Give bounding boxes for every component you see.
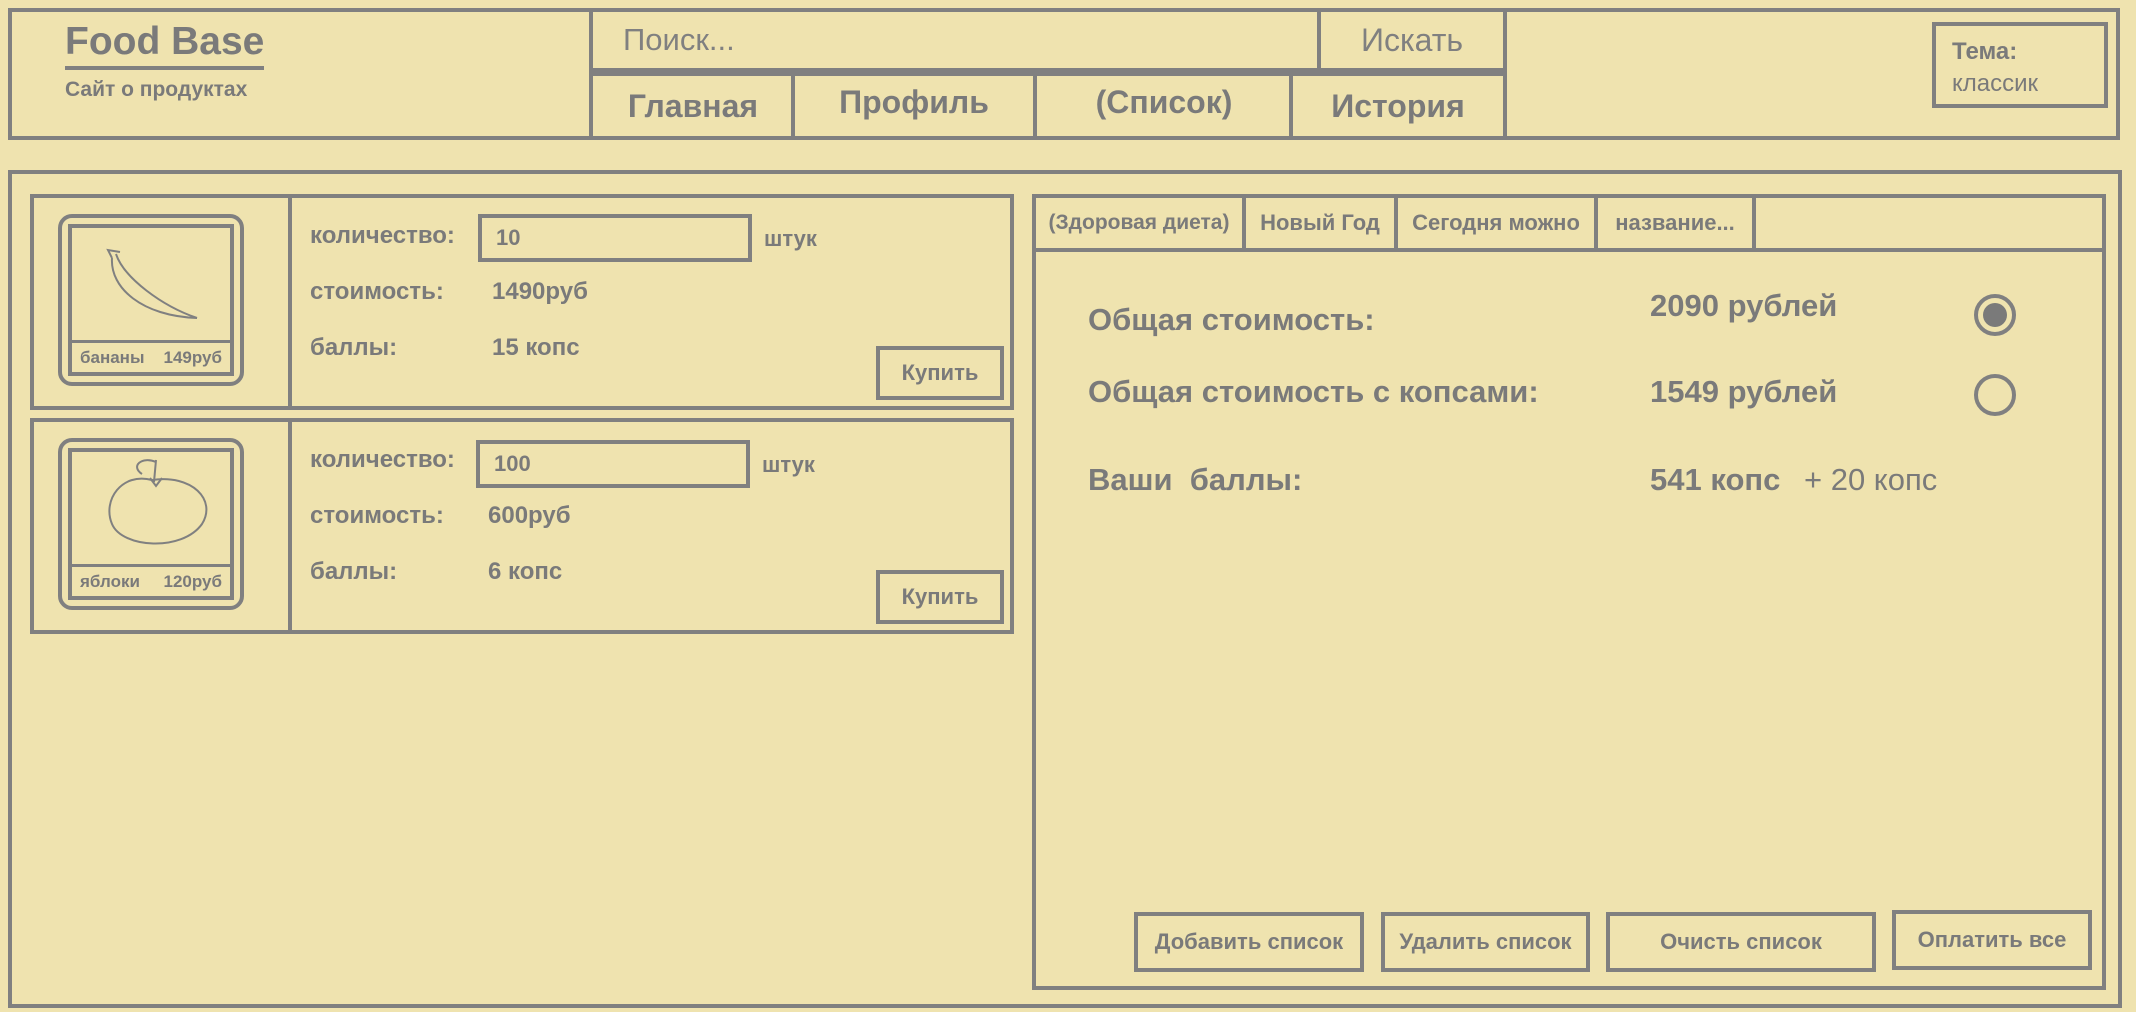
- points-label: баллы:: [310, 558, 398, 585]
- apple-icon: [108, 459, 208, 545]
- points-balance-value: 541 копс: [1650, 462, 1781, 497]
- points-balance-label: Ваши баллы:: [1088, 462, 1303, 497]
- banana-icon: [106, 248, 198, 319]
- qty-unit: штук: [762, 452, 815, 477]
- cost-label: стоимость:: [310, 502, 444, 529]
- product-thumbnail[interactable]: бананы 149руб: [58, 214, 244, 386]
- site-title[interactable]: Food Base: [65, 20, 265, 70]
- radio-total-with-points[interactable]: [1974, 374, 2016, 416]
- theme-label: Тема:: [1952, 38, 2018, 65]
- radio-total-selected[interactable]: [1974, 294, 2016, 336]
- cost-label: стоимость:: [310, 278, 444, 305]
- site-subtitle: Сайт о продуктах: [65, 78, 248, 101]
- points-bonus: + 20 копс: [1804, 462, 1938, 497]
- total-with-points-label: Общая стоимость с копсами:: [1088, 374, 1539, 409]
- tab-new-name[interactable]: название...: [1594, 194, 1756, 252]
- points-value: 6 копс: [488, 558, 563, 585]
- product-name: бананы: [80, 347, 145, 367]
- card-divider: [288, 418, 292, 634]
- product-name: яблоки: [80, 571, 140, 591]
- buy-button[interactable]: Купить: [876, 570, 1004, 624]
- add-list-button[interactable]: Добавить список: [1134, 912, 1364, 972]
- product-image-frame: яблоки 120руб: [68, 448, 234, 600]
- total-cost-value: 2090 рублей: [1650, 288, 1838, 323]
- tab-today-allowed[interactable]: Сегодня можно: [1394, 194, 1598, 252]
- pay-all-button[interactable]: Оплатить все: [1892, 910, 2092, 970]
- search-button[interactable]: Искать: [1317, 8, 1507, 72]
- total-with-points-value: 1549 рублей: [1650, 374, 1838, 409]
- nav-list[interactable]: (Список): [1037, 72, 1291, 132]
- qty-unit: штук: [764, 226, 817, 251]
- tab-healthy-diet[interactable]: (Здоровая диета): [1032, 194, 1246, 252]
- quantity-field[interactable]: [476, 440, 750, 488]
- cost-value: 1490руб: [492, 278, 588, 305]
- product-image-frame: бананы 149руб: [68, 224, 234, 376]
- theme-selector[interactable]: Тема: классик: [1932, 22, 2108, 108]
- nav-history[interactable]: История: [1293, 76, 1503, 136]
- tab-new-year[interactable]: Новый Год: [1242, 194, 1398, 252]
- product-unit-price: 149руб: [163, 347, 222, 367]
- cost-value: 600руб: [488, 502, 571, 529]
- radio-dot: [1983, 303, 2007, 327]
- product-unit-price: 120руб: [163, 571, 222, 591]
- product-caption: бананы 149руб: [72, 340, 230, 372]
- quantity-field[interactable]: [478, 214, 752, 262]
- qty-label: количество:: [310, 446, 455, 473]
- points-value: 15 копс: [492, 334, 580, 361]
- buy-button[interactable]: Купить: [876, 346, 1004, 400]
- theme-value: классик: [1952, 70, 2039, 97]
- qty-label: количество:: [310, 222, 455, 249]
- search-input[interactable]: [589, 8, 1321, 72]
- points-label: баллы:: [310, 334, 398, 361]
- nav-profile[interactable]: Профиль: [795, 72, 1033, 132]
- card-divider: [288, 194, 292, 410]
- nav-home[interactable]: Главная: [593, 76, 793, 136]
- product-thumbnail[interactable]: яблоки 120руб: [58, 438, 244, 610]
- clear-list-button[interactable]: Очисть список: [1606, 912, 1876, 972]
- product-caption: яблоки 120руб: [72, 564, 230, 596]
- delete-list-button[interactable]: Удалить список: [1381, 912, 1590, 972]
- total-cost-label: Общая стоимость:: [1088, 302, 1375, 337]
